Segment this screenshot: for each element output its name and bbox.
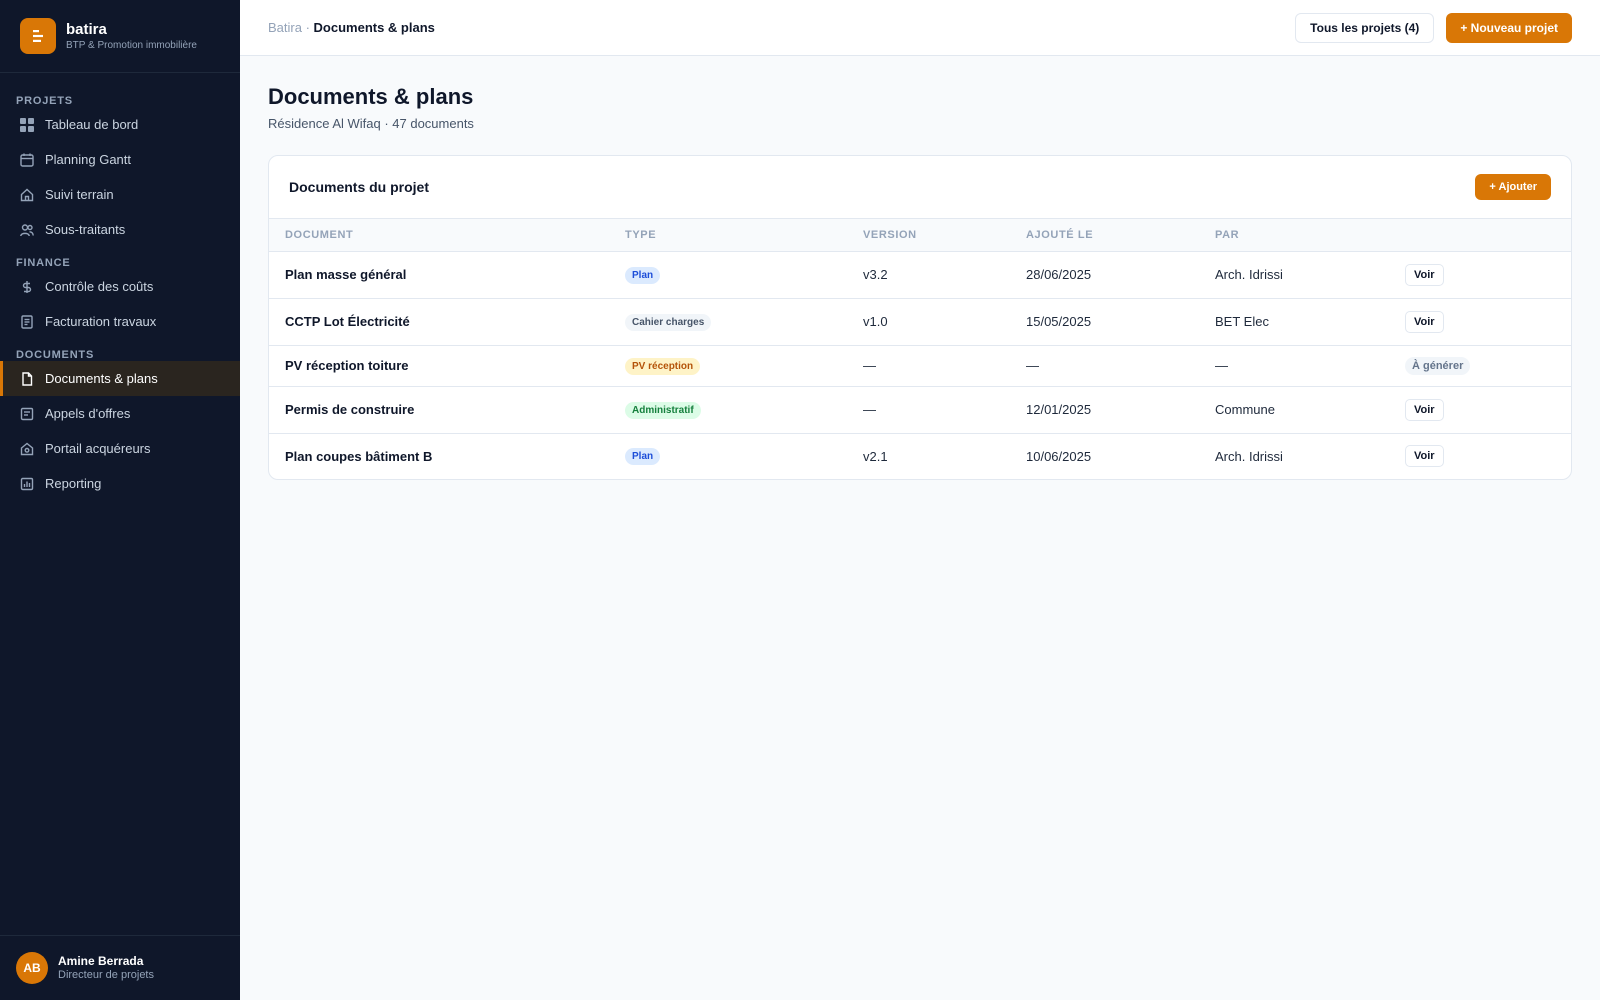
file-icon — [20, 371, 34, 386]
sidebar-item-portail-acquereurs[interactable]: Portail acquéreurs — [0, 431, 240, 466]
sidebar-item-label: Contrôle des coûts — [45, 279, 154, 294]
column-header-type[interactable]: TYPE — [609, 219, 847, 252]
document-name: PV réception toiture — [269, 345, 609, 387]
sidebar-item-tableau-de-bord[interactable]: Tableau de bord — [0, 107, 240, 142]
column-header-added[interactable]: AJOUTÉ LE — [1010, 219, 1199, 252]
chart-icon — [20, 477, 34, 491]
sidebar-item-label: Reporting — [45, 476, 102, 491]
added-by: — — [1199, 345, 1389, 387]
new-project-button[interactable]: + Nouveau projet — [1446, 12, 1572, 43]
sidebar-item-sous-traitants[interactable]: Sous-traitants — [0, 212, 240, 247]
sidebar-item-label: Sous-traitants — [45, 222, 126, 237]
documents-table: DOCUMENT TYPE VERSION AJOUTÉ LE PAR Plan… — [269, 219, 1571, 479]
tender-icon — [20, 407, 34, 421]
breadcrumb-separator: · — [301, 20, 314, 35]
column-header-document[interactable]: DOCUMENT — [269, 219, 609, 252]
sidebar-item-label: Planning Gantt — [45, 152, 132, 167]
user-profile[interactable]: AB Amine Berrada Directeur de projets — [0, 935, 240, 1000]
grid-icon — [20, 117, 34, 132]
added-date: 15/05/2025 — [1010, 298, 1199, 346]
sidebar: batira BTP & Promotion immobilière PROJE… — [0, 0, 240, 1000]
version: v2.1 — [863, 448, 888, 464]
type-badge: Plan — [625, 266, 661, 284]
view-button[interactable]: Voir — [1405, 445, 1444, 468]
breadcrumb: Batira · Documents & plans — [268, 20, 435, 35]
sidebar-item-documents-plans[interactable]: Documents & plans — [0, 361, 240, 396]
add-document-button[interactable]: + Ajouter — [1475, 174, 1551, 200]
column-header-version[interactable]: VERSION — [847, 219, 1010, 252]
card-title: Documents du projet — [289, 179, 430, 195]
page-title: Documents & plans — [268, 84, 474, 109]
added-date: 28/06/2025 — [1010, 251, 1199, 299]
version: v1.0 — [847, 298, 1010, 346]
portal-icon — [20, 442, 34, 456]
all-projects-button[interactable]: Tous les projets (4) — [1295, 12, 1435, 43]
table-row[interactable]: Plan masse général Plan v3.2 28/06/2025 … — [269, 251, 1571, 299]
added-date: — — [1010, 345, 1199, 387]
sidebar-item-label: Documents & plans — [45, 371, 158, 386]
table-row[interactable]: Plan coupes bâtiment B Plan v2.1 10/06/2… — [269, 433, 1571, 479]
added-by: BET Elec — [1199, 298, 1389, 346]
added-by: Arch. Idrissi — [1215, 448, 1283, 464]
type-badge: Administratif — [625, 401, 701, 419]
breadcrumb-current: Documents & plans — [313, 20, 435, 35]
main-content: Documents & plans Résidence Al Wifaq · 4… — [268, 56, 1572, 480]
document-name: Plan coupes bâtiment B — [285, 448, 433, 464]
document-name: Plan masse général — [269, 251, 609, 299]
user-role: Directeur de projets — [58, 969, 154, 981]
column-header-by[interactable]: PAR — [1199, 219, 1389, 252]
type-badge: Plan — [625, 448, 661, 466]
sidebar-item-suivi-terrain[interactable]: Suivi terrain — [0, 177, 240, 212]
documents-card: Documents du projet + Ajouter DOCUMENT T… — [268, 155, 1572, 480]
calendar-icon — [20, 153, 34, 167]
section-label-documents: DOCUMENTS — [16, 349, 95, 361]
document-name: CCTP Lot Électricité — [269, 298, 609, 346]
table-header-row: DOCUMENT TYPE VERSION AJOUTÉ LE PAR — [269, 219, 1571, 252]
sidebar-item-facturation-travaux[interactable]: Facturation travaux — [0, 304, 240, 339]
to-generate-status: À générer — [1405, 356, 1471, 375]
view-button[interactable]: Voir — [1405, 310, 1444, 333]
table-row[interactable]: Permis de construire Administratif — 12/… — [269, 386, 1571, 434]
brand-subtitle: BTP & Promotion immobilière — [66, 39, 197, 51]
avatar: AB — [16, 952, 48, 984]
topbar: Batira · Documents & plans Tous les proj… — [240, 0, 1600, 56]
added-by: Commune — [1199, 386, 1389, 434]
invoice-icon — [20, 314, 34, 329]
user-name: Amine Berrada — [58, 954, 144, 968]
sidebar-item-label: Appels d'offres — [45, 406, 131, 421]
sidebar-item-reporting[interactable]: Reporting — [0, 466, 240, 501]
table-row[interactable]: PV réception toiture PV réception — — — … — [269, 345, 1571, 387]
added-date: 12/01/2025 — [1010, 386, 1199, 434]
type-badge: PV réception — [625, 357, 701, 375]
page-subtitle: Résidence Al Wifaq · 47 documents — [268, 116, 474, 131]
sidebar-item-planning-gantt[interactable]: Planning Gantt — [0, 142, 240, 177]
version: v3.2 — [847, 251, 1010, 299]
version: — — [847, 386, 1010, 434]
added-by: Arch. Idrissi — [1199, 251, 1389, 299]
users-icon — [20, 223, 34, 237]
brand[interactable]: batira BTP & Promotion immobilière — [0, 0, 240, 73]
breadcrumb-root[interactable]: Batira — [268, 20, 302, 35]
section-label-projets: PROJETS — [16, 95, 73, 107]
table-row[interactable]: CCTP Lot Électricité Cahier charges v1.0… — [269, 298, 1571, 346]
home-icon — [20, 188, 34, 202]
document-name: Permis de construire — [269, 386, 609, 434]
added-date: 10/06/2025 — [1026, 448, 1092, 464]
type-badge: Cahier charges — [625, 313, 712, 331]
brand-logo-icon — [20, 18, 56, 54]
view-button[interactable]: Voir — [1405, 398, 1444, 421]
sidebar-item-label: Portail acquéreurs — [45, 441, 151, 456]
sidebar-item-appels-offres[interactable]: Appels d'offres — [0, 396, 240, 431]
view-button[interactable]: Voir — [1405, 263, 1444, 286]
version: — — [847, 345, 1010, 387]
sidebar-item-controle-couts[interactable]: Contrôle des coûts — [0, 269, 240, 304]
sidebar-item-label: Suivi terrain — [45, 187, 114, 202]
dollar-icon — [20, 280, 34, 294]
column-header-actions — [1389, 219, 1571, 252]
sidebar-item-label: Tableau de bord — [45, 117, 139, 132]
sidebar-item-label: Facturation travaux — [45, 314, 157, 329]
brand-name: batira — [66, 20, 107, 38]
section-label-finance: FINANCE — [16, 257, 71, 269]
